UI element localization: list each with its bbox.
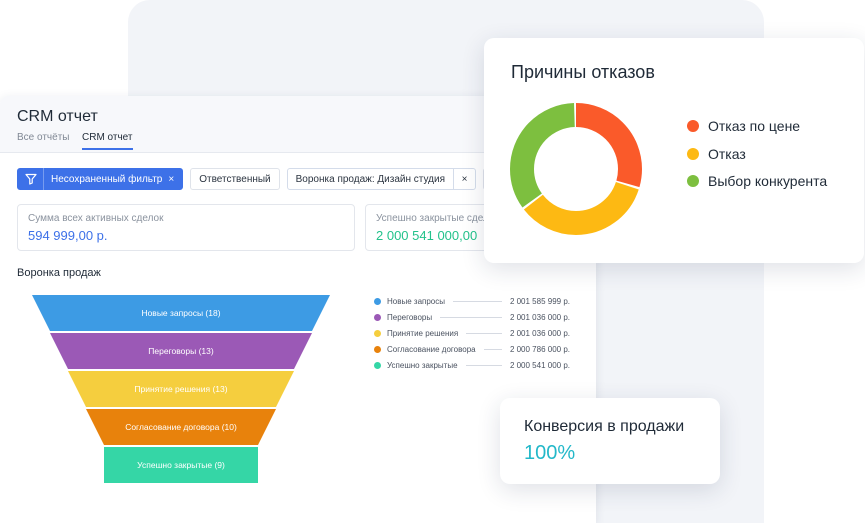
funnel-legend-row: Согласование договора 2 000 786 000 р.	[374, 342, 570, 356]
legend-label: Отказ	[708, 146, 746, 162]
legend-stage-name: Согласование договора	[387, 344, 476, 354]
legend-label: Выбор конкурента	[708, 173, 828, 189]
legend-dot	[687, 120, 699, 132]
reasons-title: Причины отказов	[511, 62, 655, 82]
funnel-stage-label: Переговоры (13)	[148, 346, 214, 356]
legend-item-competitor: Выбор конкурента	[687, 173, 827, 189]
funnel-legend-row: Успешно закрытые 2 000 541 000 р.	[374, 358, 570, 372]
legend-stage-amount: 2 001 585 999 р.	[509, 296, 570, 306]
funnel-legend-row: Переговоры 2 001 036 000 р.	[374, 310, 570, 324]
rejection-reasons-card: Причины отказов Отказ по цене Отказ Выбо…	[484, 38, 864, 263]
legend-item-price: Отказ по цене	[687, 118, 800, 134]
conversion-value: 100%	[524, 442, 576, 464]
legend-stage-name: Новые запросы	[387, 296, 445, 306]
legend-dot	[687, 175, 699, 187]
legend-stage-amount: 2 000 541 000 р.	[509, 360, 570, 370]
legend-stage-amount: 2 000 786 000 р.	[509, 344, 570, 354]
funnel-stage-label: Согласование договора (10)	[125, 422, 237, 432]
legend-label: Отказ по цене	[708, 118, 801, 134]
legend-stage-amount: 2 001 036 000 р.	[509, 328, 570, 338]
legend-divider	[440, 316, 502, 318]
legend-dot	[374, 313, 381, 321]
legend-item-refusal: Отказ	[687, 146, 746, 162]
legend-dot	[374, 345, 381, 353]
legend-stage-name: Успешно закрытые	[387, 360, 458, 370]
legend-divider	[466, 332, 502, 334]
legend-stage-name: Принятие решения	[387, 328, 459, 338]
funnel-stage-label: Принятие решения (13)	[134, 384, 227, 394]
funnel-stage-label: Новые запросы (18)	[141, 308, 220, 318]
legend-stage-amount: 2 001 036 000 р.	[509, 312, 570, 322]
legend-dot	[374, 297, 381, 305]
funnel-stage-label: Успешно закрытые (9)	[137, 460, 225, 470]
funnel-legend-row: Принятие решения 2 001 036 000 р.	[374, 326, 570, 340]
legend-divider	[483, 348, 502, 350]
legend-stage-name: Переговоры	[387, 312, 433, 322]
legend-dot	[687, 148, 699, 160]
rejection-donut-chart	[510, 103, 642, 235]
conversion-card: Конверсия в продажи 100%	[500, 398, 720, 484]
conversion-title: Конверсия в продажи	[524, 418, 685, 435]
legend-divider	[465, 364, 502, 366]
legend-dot	[374, 329, 381, 337]
legend-divider	[453, 300, 502, 302]
funnel-legend-row: Новые запросы 2 001 585 999 р.	[374, 294, 570, 308]
legend-dot	[374, 361, 381, 369]
